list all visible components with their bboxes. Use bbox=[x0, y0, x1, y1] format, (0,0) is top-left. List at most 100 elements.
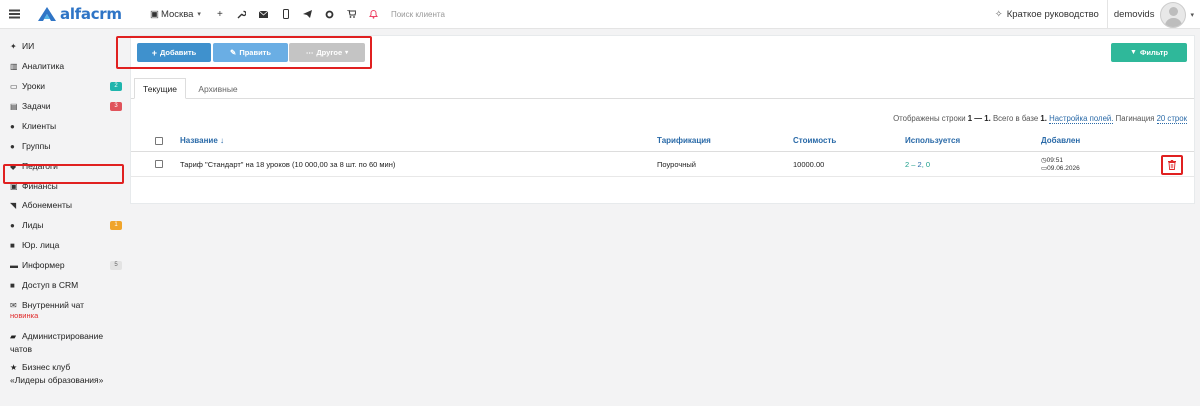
rows-shown-label: Отображены строки bbox=[893, 114, 966, 123]
informer-count-badge: 5 bbox=[110, 260, 122, 270]
building-icon: ▣ bbox=[150, 8, 159, 20]
mail-icon[interactable] bbox=[253, 0, 275, 29]
top-bar: alfacrm ▣ Москва ▾ + Поиск клиента ✧ Кра… bbox=[0, 0, 1200, 29]
gear-icon[interactable] bbox=[319, 0, 341, 29]
tasks-count-badge: 3 bbox=[110, 101, 122, 111]
sidebar-item-chat-admin[interactable]: ▰ Администрирование чатов bbox=[10, 330, 122, 355]
calendar-icon: ▭ bbox=[10, 81, 18, 91]
pagination-info: Отображены строки 1 — 1. Всего в базе 1.… bbox=[893, 114, 1187, 124]
trash-icon bbox=[1168, 160, 1176, 170]
sidebar-item-label: Бизнес клуб bbox=[22, 362, 71, 372]
sidebar-selection-highlight bbox=[3, 164, 124, 184]
users-icon: ● bbox=[10, 141, 15, 151]
sidebar-item-label: Задачи bbox=[22, 101, 51, 111]
pagination-size-link[interactable]: 20 строк bbox=[1156, 114, 1187, 124]
lessons-count-badge: 2 bbox=[110, 81, 122, 91]
tab-current[interactable]: Текущие bbox=[134, 78, 186, 99]
filter-button-label: Фильтр bbox=[1139, 48, 1168, 57]
usage-separator: – bbox=[909, 160, 918, 169]
sidebar-item-label: Лиды bbox=[22, 220, 44, 230]
usage-cell: 2 – 2, 0 bbox=[905, 160, 930, 169]
sidebar-item-internal-chat[interactable]: ✉ Внутренний чат bbox=[10, 300, 122, 310]
avatar bbox=[1160, 1, 1187, 28]
mobile-icon[interactable] bbox=[275, 0, 297, 29]
new-badge: новинка bbox=[10, 311, 39, 320]
sidebar-item-ai[interactable]: ✦ ИИ bbox=[10, 41, 122, 51]
sidebar-item-label: Уроки bbox=[22, 81, 45, 91]
quick-guide-link[interactable]: ✧ Краткое руководство bbox=[987, 0, 1108, 29]
sidebar-item-tasks[interactable]: ▤ Задачи 3 bbox=[10, 101, 122, 111]
mail-icon: ✉ bbox=[10, 300, 17, 310]
sidebar-item-groups[interactable]: ● Группы bbox=[10, 141, 122, 151]
filter-icon: ▼ bbox=[1130, 49, 1137, 56]
sidebar-item-label-line2: чатов bbox=[10, 344, 33, 354]
tab-bar: Текущие Архивные bbox=[131, 78, 1194, 99]
added-date: 09.06.2026 bbox=[1047, 165, 1080, 172]
usage-extra: , 0 bbox=[921, 160, 931, 169]
city-select[interactable]: ▣ Москва ▾ bbox=[150, 9, 201, 20]
city-label: Москва bbox=[160, 8, 194, 20]
sidebar-item-label-line2: «Лидеры образования» bbox=[10, 375, 104, 385]
client-search-input[interactable]: Поиск клиента bbox=[391, 10, 591, 19]
lock-icon: ■ bbox=[10, 280, 15, 290]
column-billing-header[interactable]: Тарификация bbox=[657, 136, 711, 145]
pagination-label: Пагинация bbox=[1115, 114, 1155, 123]
telegram-icon[interactable] bbox=[297, 0, 319, 29]
star-icon: ★ bbox=[10, 363, 18, 372]
sidebar-item-label: Группы bbox=[22, 141, 51, 151]
logo[interactable]: alfacrm bbox=[38, 5, 140, 23]
column-name-header[interactable]: Название ↓ bbox=[180, 136, 224, 145]
sidebar-item-label: Юр. лица bbox=[22, 240, 60, 250]
user-icon: ● bbox=[10, 121, 15, 131]
tasks-icon: ▤ bbox=[10, 101, 18, 111]
sidebar-item-label: Информер bbox=[22, 260, 65, 270]
sidebar-item-label: Внутренний чат bbox=[22, 300, 85, 310]
sidebar-item-informer[interactable]: ▬ Информер 5 bbox=[10, 260, 122, 270]
sidebar-item-label: Аналитика bbox=[22, 61, 65, 71]
menu-toggle-icon[interactable] bbox=[2, 0, 26, 29]
added-time: 09:51 bbox=[1046, 157, 1063, 164]
row-checkbox[interactable] bbox=[155, 160, 163, 168]
sidebar-item-label: Доступ в CRM bbox=[22, 280, 79, 290]
tab-archived[interactable]: Архивные bbox=[187, 78, 249, 99]
cart-icon[interactable] bbox=[341, 0, 363, 29]
sidebar-item-label: Клиенты bbox=[22, 121, 57, 131]
table-row[interactable]: Тариф "Стандарт" на 18 уроков (10 000,00… bbox=[131, 152, 1194, 177]
card-icon: ▬ bbox=[10, 260, 18, 270]
sidebar-item-analytics[interactable]: ▥ Аналитика bbox=[10, 61, 122, 71]
wrench-icon[interactable] bbox=[231, 0, 253, 29]
briefcase-icon: ■ bbox=[10, 240, 15, 250]
bell-icon[interactable] bbox=[363, 0, 385, 29]
sidebar-item-subscriptions[interactable]: ◥ Абонементы bbox=[10, 200, 122, 210]
sidebar-item-business-club[interactable]: ★ Бизнес клуб «Лидеры образования» bbox=[10, 361, 122, 386]
sidebar-item-lessons[interactable]: ▭ Уроки 2 bbox=[10, 81, 122, 91]
logo-text: alfacrm bbox=[60, 5, 122, 23]
table-header: Название ↓ Тарификация Стоимость Использ… bbox=[131, 130, 1194, 152]
sidebar-item-legal-entities[interactable]: ■ Юр. лица bbox=[10, 240, 122, 250]
price-value: 10000.00 bbox=[793, 160, 825, 169]
plus-icon[interactable]: + bbox=[209, 0, 231, 29]
column-price-header[interactable]: Стоимость bbox=[793, 136, 836, 145]
select-all-checkbox[interactable] bbox=[155, 137, 163, 145]
sidebar-item-crm-access[interactable]: ■ Доступ в CRM bbox=[10, 280, 122, 290]
filter-button[interactable]: ▼ Фильтр bbox=[1111, 43, 1187, 62]
sidebar-item-clients[interactable]: ● Клиенты bbox=[10, 121, 122, 131]
guide-icon: ✧ bbox=[994, 9, 1003, 20]
delete-button[interactable] bbox=[1161, 155, 1183, 175]
rows-range: 1 — 1. bbox=[967, 114, 991, 123]
column-used-header[interactable]: Используется bbox=[905, 136, 960, 145]
sidebar-item-label: Администрирование bbox=[22, 331, 104, 341]
column-added-header[interactable]: Добавлен bbox=[1041, 136, 1080, 145]
subscription-name[interactable]: Тариф "Стандарт" на 18 уроков (10 000,00… bbox=[180, 160, 395, 169]
chat-icon: ▰ bbox=[10, 332, 17, 341]
sparkle-icon: ✦ bbox=[10, 41, 17, 51]
billing-type: Поурочный bbox=[657, 160, 696, 169]
sidebar: ✦ ИИ ▥ Аналитика ▭ Уроки 2 ▤ Задачи 3 ● … bbox=[0, 30, 126, 406]
sidebar-item-label: ИИ bbox=[22, 41, 35, 51]
field-settings-link[interactable]: Настройка полей. bbox=[1049, 114, 1114, 124]
chevron-down-icon: ▾ bbox=[197, 11, 201, 18]
sidebar-item-leads[interactable]: ● Лиды 1 bbox=[10, 220, 122, 230]
tag-icon: ◥ bbox=[10, 200, 17, 210]
username: demovids bbox=[1113, 9, 1155, 20]
user-menu[interactable]: demovids ▾ bbox=[1108, 0, 1200, 29]
